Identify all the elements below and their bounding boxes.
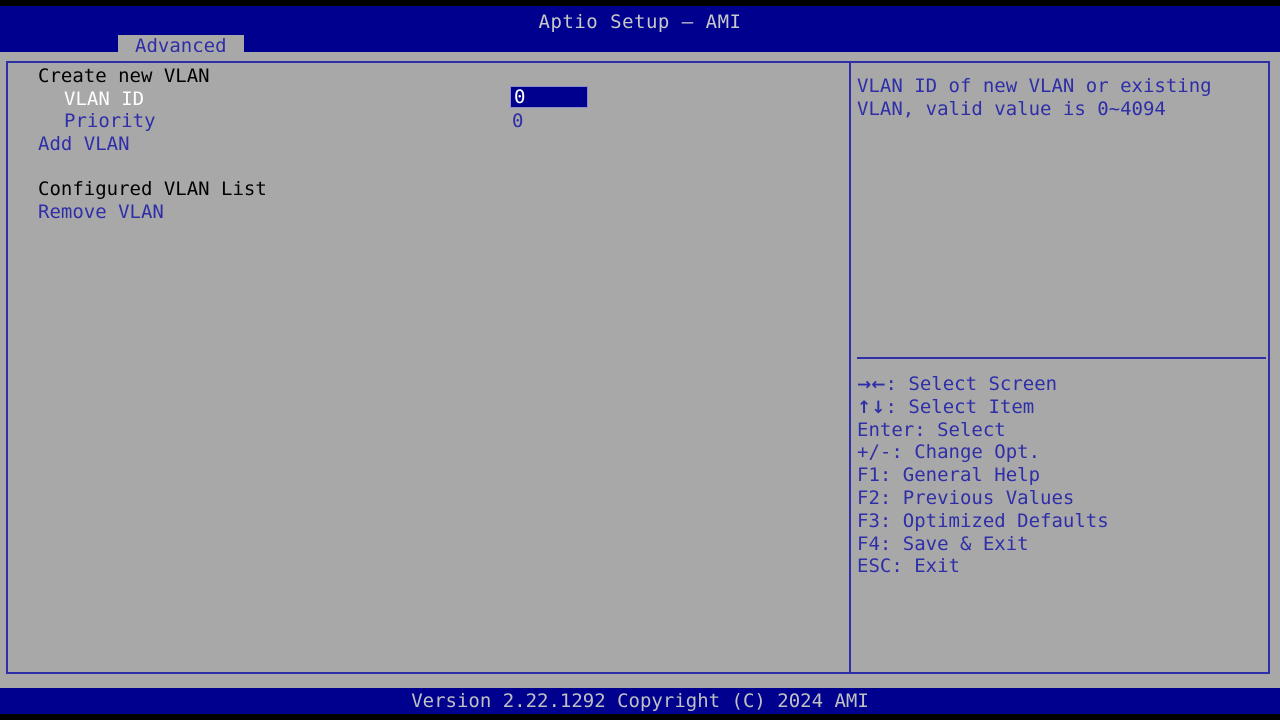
priority-field[interactable]: Priority 0	[10, 110, 845, 133]
legend-enter-select: Enter: Select	[857, 419, 1267, 442]
help-separator	[857, 357, 1266, 359]
spacer-row	[10, 156, 845, 179]
footer-bar: Version 2.22.1292 Copyright (C) 2024 AMI	[0, 688, 1280, 714]
key-legend: →←: Select Screen↑↓: Select ItemEnter: S…	[857, 373, 1267, 578]
legend-change-opt-text: +/-: Change Opt.	[857, 441, 1040, 463]
legend-f1-general-help-text: F1: General Help	[857, 464, 1040, 486]
legend-change-opt: +/-: Change Opt.	[857, 441, 1267, 464]
panel-divider	[849, 61, 851, 674]
legend-f2-previous-values-text: F2: Previous Values	[857, 487, 1074, 509]
legend-f2-previous-values: F2: Previous Values	[857, 487, 1267, 510]
remove-vlan-action[interactable]: Remove VLAN	[10, 201, 845, 224]
settings-form-pane: Create new VLANVLAN ID 0 Priority 0 Add VLAN…	[10, 65, 845, 670]
legend-f4-save-exit-text: F4: Save & Exit	[857, 533, 1029, 555]
legend-select-screen-text: : Select Screen	[886, 373, 1058, 395]
legend-select-item-arrow-icon: ↑↓	[857, 398, 886, 418]
create-new-vlan-heading-label: Create new VLAN	[38, 65, 210, 87]
legend-f3-optimized-defaults-text: F3: Optimized Defaults	[857, 510, 1109, 532]
legend-select-screen: →←: Select Screen	[857, 373, 1267, 396]
legend-f1-general-help: F1: General Help	[857, 464, 1267, 487]
version-copyright-text: Version 2.22.1292 Copyright (C) 2024 AMI	[0, 690, 1280, 712]
legend-esc-exit-text: ESC: Exit	[857, 555, 960, 577]
vlan-id-field-label: VLAN ID	[64, 88, 144, 110]
help-pane: VLAN ID of new VLAN or existing VLAN, va…	[857, 65, 1267, 670]
vlan-id-field-input[interactable]: 0	[510, 86, 588, 108]
add-vlan-action-label: Add VLAN	[38, 133, 130, 155]
priority-field-label: Priority	[64, 110, 156, 132]
vlan-id-field[interactable]: VLAN ID 0	[10, 88, 845, 111]
page-title: Aptio Setup – AMI	[0, 11, 1280, 33]
help-text: VLAN ID of new VLAN or existing VLAN, va…	[857, 75, 1267, 120]
legend-f4-save-exit: F4: Save & Exit	[857, 533, 1267, 556]
priority-field-value[interactable]: 0	[512, 110, 523, 132]
body-area: Create new VLANVLAN ID 0 Priority 0 Add VLAN…	[0, 52, 1280, 688]
legend-select-screen-arrow-icon: →←	[857, 375, 886, 395]
remove-vlan-action-label: Remove VLAN	[38, 201, 164, 223]
create-new-vlan-heading: Create new VLAN	[10, 65, 845, 88]
vlan-id-field-value: 0	[514, 86, 525, 108]
configured-vlan-list-heading: Configured VLAN List	[10, 178, 845, 201]
legend-f3-optimized-defaults: F3: Optimized Defaults	[857, 510, 1267, 533]
bios-setup-screen: Aptio Setup – AMI Advanced Create new VL…	[0, 0, 1280, 720]
add-vlan-action[interactable]: Add VLAN	[10, 133, 845, 156]
legend-select-item: ↑↓: Select Item	[857, 396, 1267, 419]
header-bar: Aptio Setup – AMI Advanced	[0, 6, 1280, 52]
legend-enter-select-text: Enter: Select	[857, 419, 1006, 441]
legend-select-item-text: : Select Item	[886, 396, 1035, 418]
configured-vlan-list-heading-label: Configured VLAN List	[38, 178, 267, 200]
legend-esc-exit: ESC: Exit	[857, 555, 1267, 578]
